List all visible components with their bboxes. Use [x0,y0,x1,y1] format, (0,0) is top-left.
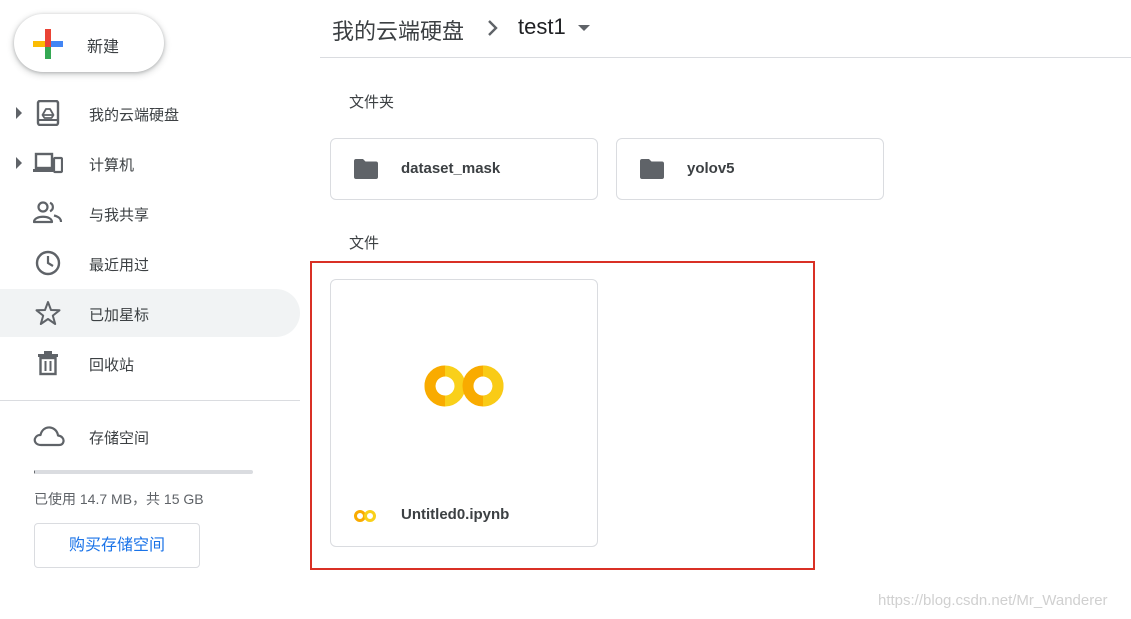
folder-name: yolov5 [687,160,735,177]
storage-usage-text: 已使用 14.7 MB，共 15 GB [34,491,204,507]
sidebar-item-starred[interactable]: 已加星标 [0,289,300,337]
new-button[interactable]: 新建 [14,14,164,72]
storage-usage-bar [34,470,253,474]
computer-icon [33,152,63,174]
sidebar-item-trash[interactable]: 回收站 [0,339,300,387]
header-divider [320,57,1131,58]
folders-section-title: 文件夹 [349,94,395,111]
star-icon [35,301,61,325]
sidebar-item-label: 与我共享 [89,207,150,224]
sidebar-item-label: 我的云端硬盘 [89,107,180,124]
folder-card[interactable]: dataset_mask [330,138,598,200]
clock-icon [35,250,61,276]
sidebar-item-label: 已加星标 [89,307,150,324]
expand-caret-icon[interactable] [16,107,22,119]
breadcrumb-root[interactable]: 我的云端硬盘 [332,14,464,46]
sidebar-item-recent[interactable]: 最近用过 [0,239,300,287]
sidebar-item-my-drive[interactable]: 我的云端硬盘 [0,89,300,137]
new-button-label: 新建 [87,39,120,56]
chevron-right-icon [488,20,498,36]
sidebar: 新建 我的云端硬盘 计算机 与我共享 最近用过 已加星标 回收站 存储空间 已使… [0,0,300,619]
folder-name: dataset_mask [401,160,501,177]
chevron-down-icon[interactable] [578,25,590,31]
sidebar-item-label: 回收站 [89,357,135,374]
drive-app: 新建 我的云端硬盘 计算机 与我共享 最近用过 已加星标 回收站 存储空间 已使… [0,0,1131,619]
sidebar-item-label: 计算机 [89,157,135,174]
sidebar-item-storage[interactable]: 存储空间 [0,412,300,460]
watermark: https://blog.csdn.net/Mr_Wanderer [878,592,1108,609]
trash-icon [38,351,58,376]
expand-caret-icon[interactable] [16,157,22,169]
highlight-annotation-box [310,261,815,570]
files-section-title: 文件 [349,235,380,252]
folder-icon [640,159,664,179]
sidebar-item-shared[interactable]: 与我共享 [0,189,300,237]
drive-icon [36,100,60,126]
buy-storage-button[interactable]: 购买存储空间 [34,523,200,568]
breadcrumb-current[interactable]: test1 [518,14,566,40]
folder-icon [354,159,378,179]
folder-card[interactable]: yolov5 [616,138,884,200]
sidebar-divider [0,400,300,401]
cloud-icon [33,426,65,447]
plus-icon [33,29,63,59]
people-icon [33,201,63,224]
storage-label: 存储空间 [89,430,150,447]
sidebar-item-label: 最近用过 [89,257,150,274]
sidebar-item-computers[interactable]: 计算机 [0,139,300,187]
